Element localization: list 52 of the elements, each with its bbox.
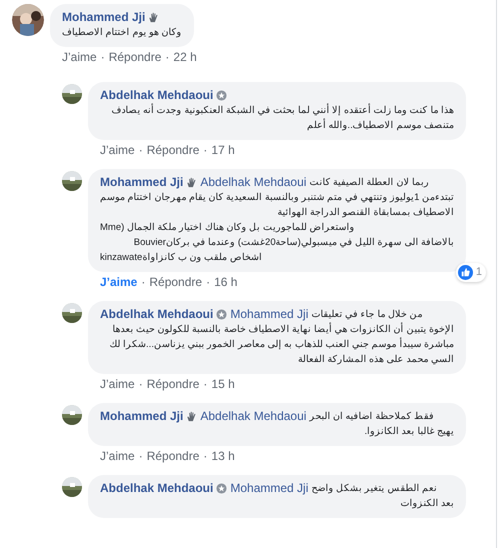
comment-text: من خلال ما جاء في تعليقات bbox=[311, 308, 423, 322]
separator: · bbox=[203, 143, 208, 157]
mention-link[interactable]: Mohammed Jji bbox=[230, 307, 308, 322]
timestamp[interactable]: 15 h bbox=[211, 377, 235, 391]
like-link[interactable]: J’aime bbox=[100, 275, 138, 289]
comment-text: يهيج غالبا بعد الكانزوا. bbox=[363, 425, 454, 439]
comment-text: بعد الكنزوات bbox=[399, 497, 454, 511]
timestamp[interactable]: 22 h bbox=[173, 50, 197, 64]
mention-link[interactable]: Abdelhak Mehdaoui bbox=[200, 409, 306, 424]
author-name[interactable]: Abdelhak Mehdaoui bbox=[100, 88, 214, 103]
like-link[interactable]: J’aime bbox=[100, 449, 135, 463]
comment-text: ربما لان العطلة الصيفية كانت bbox=[309, 176, 429, 190]
separator: · bbox=[203, 449, 208, 463]
like-link[interactable]: J’aime bbox=[100, 143, 135, 157]
separator: · bbox=[165, 50, 170, 64]
reaction-count[interactable]: 1 bbox=[456, 263, 486, 282]
separator: · bbox=[203, 377, 208, 391]
comment-text: تبتدءمن 1يوليوز وتنتهي في متم شتنبر وبالنسبة السعيدية كان يقام مهرجان اختتام موسم الاصطياف بمسابقاة القنصو الدراجة الهوائية Mme) واستعراض للماجوريت بل وكان هناك اختيار ملكة الجمال بالاضافة الى سهرة الليل في ميسبولي(ساحة20غشت) وعندما في بركانBouvier kinzawateاشخاص ملقب ون ب كانزاواة bbox=[100, 191, 454, 265]
comment-text: الإخوة يتبين أن الكانزوات هي أيضا نهاية الاصطياف خاصة بالنسبة للكولون حيث بعدها مباشرة سيبدأ موسم جني العنب للذهاب به إلى معاصر الخمور ببني يزناسن...شكرا لك السي محمد على هذه المشاركة الفعالة bbox=[108, 322, 454, 367]
timestamp[interactable]: 17 h bbox=[211, 143, 235, 157]
hand-icon bbox=[186, 411, 198, 422]
separator: · bbox=[206, 275, 210, 289]
comment-text: هذا ما كنت وما زلت أعتقده إلا أنني لما بحثت في الشبكة العنكبونية وجدت أنه يصادف متنصف موسم الاصطياف..والله أعلم bbox=[110, 103, 454, 133]
author-name[interactable]: Abdelhak Mehdaoui bbox=[100, 481, 214, 496]
reply-link[interactable]: Répondre bbox=[149, 275, 202, 289]
author-name[interactable]: Mohammed Jji bbox=[100, 175, 184, 190]
like-link[interactable]: J’aime bbox=[100, 377, 135, 391]
reply-link[interactable]: Répondre bbox=[146, 143, 200, 157]
separator: · bbox=[138, 449, 143, 463]
author-name[interactable]: Abdelhak Mehdaoui bbox=[100, 307, 214, 322]
separator: · bbox=[100, 50, 105, 64]
timestamp[interactable]: 13 h bbox=[211, 449, 235, 463]
mention-link[interactable]: Mohammed Jji bbox=[230, 481, 308, 496]
reply-link[interactable]: Répondre bbox=[108, 50, 162, 64]
reply-link[interactable]: Répondre bbox=[146, 449, 200, 463]
separator: · bbox=[141, 275, 146, 289]
timestamp[interactable]: 16 h bbox=[214, 275, 238, 289]
reply-link[interactable]: Répondre bbox=[146, 377, 200, 391]
separator: · bbox=[138, 143, 143, 157]
hand-icon bbox=[148, 12, 160, 23]
author-name[interactable]: Mohammed Jji bbox=[62, 10, 146, 25]
comment-text: وكان هو يوم اختتام الاصطياف bbox=[62, 26, 182, 40]
hand-icon bbox=[186, 177, 198, 188]
badge-icon bbox=[216, 483, 228, 494]
like-link[interactable]: J’aime bbox=[62, 50, 97, 64]
mention-link[interactable]: Abdelhak Mehdaoui bbox=[200, 175, 306, 190]
separator: · bbox=[138, 377, 143, 391]
comment-text: نعم الطقس يتغير بشكل واضح bbox=[311, 482, 437, 496]
badge-icon bbox=[216, 90, 228, 101]
author-name[interactable]: Mohammed Jji bbox=[100, 409, 184, 424]
comment-text: فقط كملاحظة اضافيه ان البحر bbox=[309, 410, 434, 424]
badge-icon bbox=[216, 309, 228, 320]
